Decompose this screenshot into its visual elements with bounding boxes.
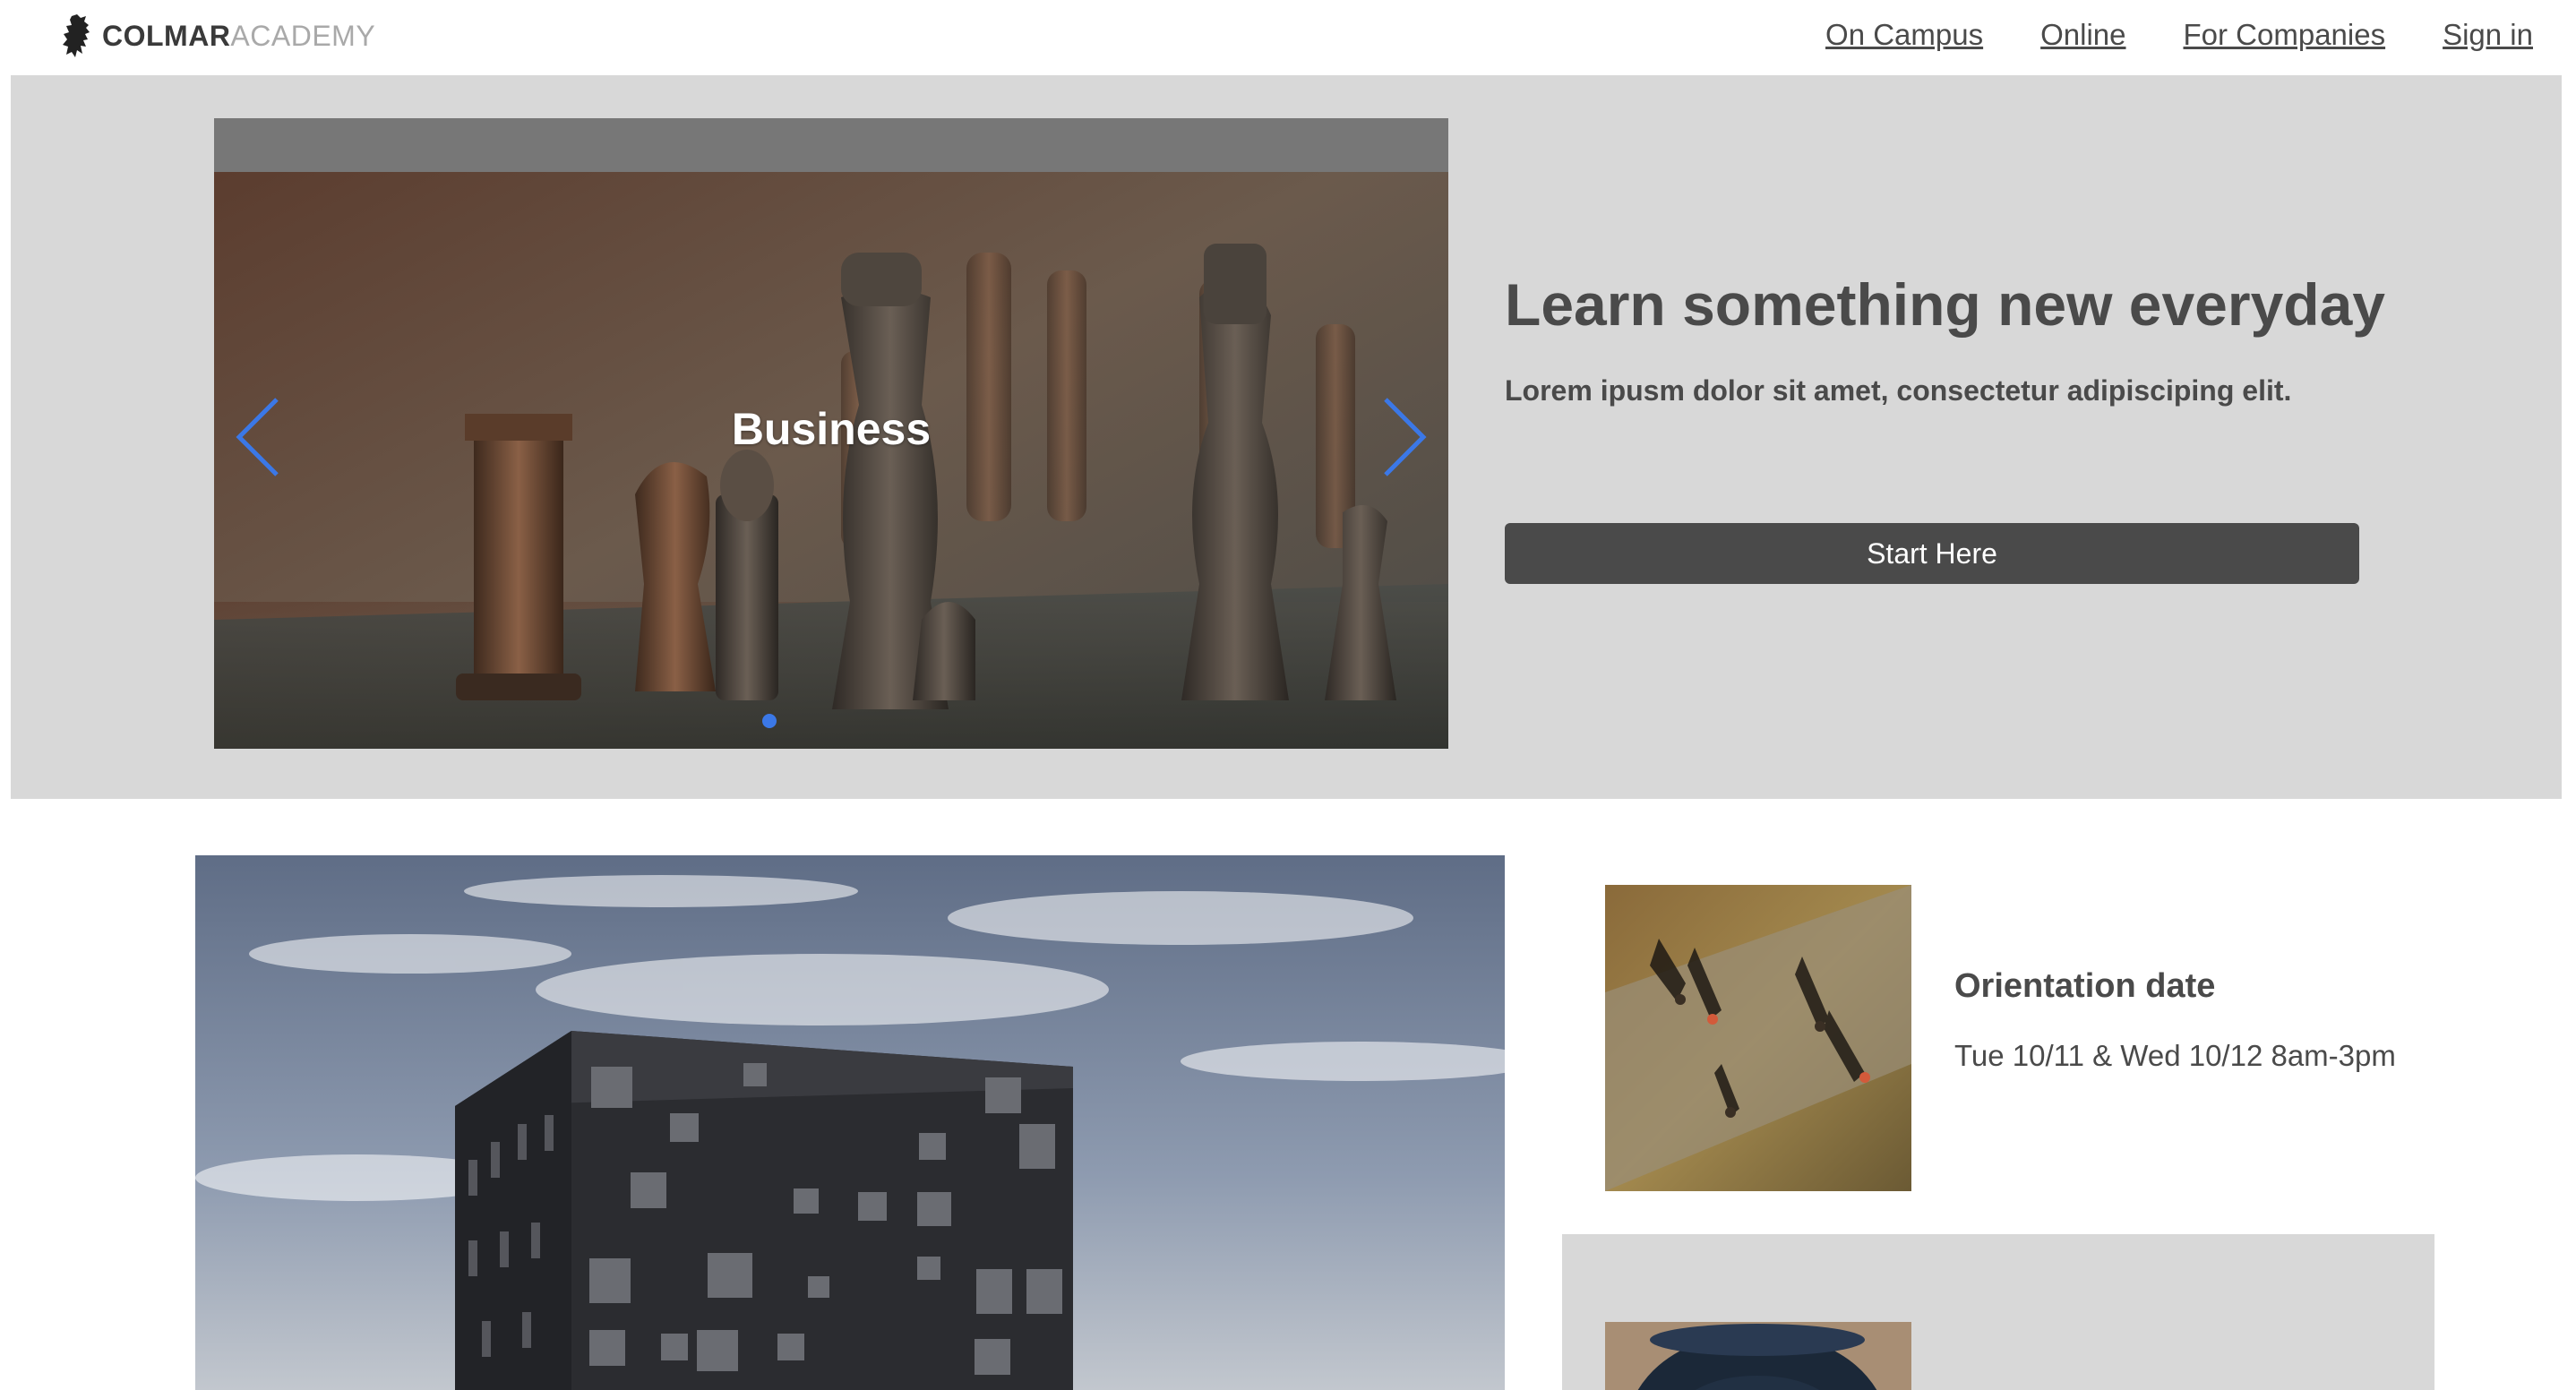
event-image-secondary (1605, 1322, 1911, 1390)
top-navbar: COLMARACADEMY On Campus Online For Compa… (0, 0, 2576, 75)
brand-name-light: ACADEMY (230, 19, 376, 52)
nav-link-on-campus[interactable]: On Campus (1825, 18, 1983, 52)
chevron-right-icon[interactable] (1378, 396, 1429, 478)
event-portrait-photo (1605, 1322, 1911, 1390)
hero-section: Business Learn something new everyday Lo… (11, 75, 2562, 799)
hero-subtitle: Lorem ipusm dolor sit amet, consectetur … (1505, 374, 2292, 407)
chevron-left-icon[interactable] (234, 396, 284, 478)
carousel-dot-active[interactable] (762, 714, 777, 728)
brand-name-bold: COLMAR (102, 19, 231, 52)
start-here-button[interactable]: Start Here (1505, 523, 2359, 584)
event-title: Orientation date (1954, 967, 2216, 1005)
event-image (1605, 885, 1911, 1191)
brand-logo[interactable]: COLMARACADEMY (59, 13, 375, 59)
hero-copy: Learn something new everyday Lorem ipusm… (1505, 270, 2386, 584)
campus-building-illustration (195, 855, 1505, 1390)
image-carousel[interactable]: Business (214, 118, 1448, 749)
nav-link-sign-in[interactable]: Sign in (2443, 18, 2533, 52)
nav-link-online[interactable]: Online (2040, 18, 2125, 52)
carousel-slide-caption: Business (731, 404, 932, 454)
event-card-secondary[interactable] (1562, 1234, 2434, 1390)
event-date: Tue 10/11 & Wed 10/12 8am-3pm (1954, 1039, 2396, 1072)
hero-title: Learn something new everyday (1505, 271, 2386, 338)
lion-rampant-icon (63, 14, 90, 57)
event-aerial-photo (1605, 885, 1911, 1191)
event-card[interactable]: Orientation date Tue 10/11 & Wed 10/12 8… (1605, 885, 2433, 1191)
nav-link-for-companies[interactable]: For Companies (2184, 18, 2386, 52)
campus-building-image (195, 855, 1505, 1390)
nav-links: On Campus Online For Companies Sign in (1825, 18, 2533, 52)
